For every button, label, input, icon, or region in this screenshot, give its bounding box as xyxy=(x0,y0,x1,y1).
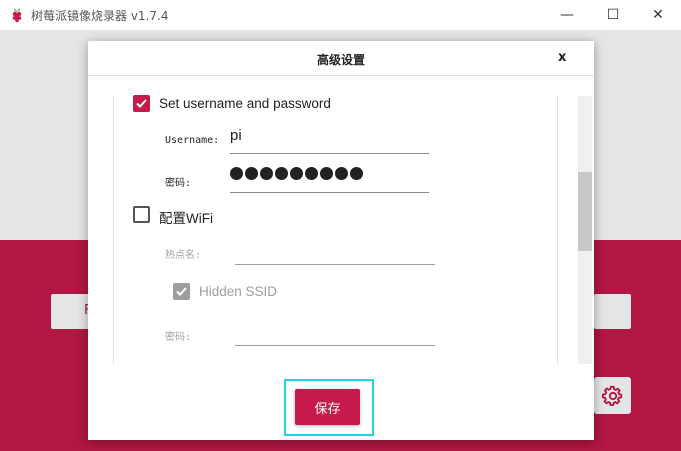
ssid-underline xyxy=(235,264,435,265)
username-label: Username: xyxy=(165,135,220,146)
password-label: 密码: xyxy=(165,178,192,189)
dialog-header: 高级设置 x xyxy=(88,41,594,76)
username-input[interactable]: pi xyxy=(230,127,242,144)
window-title: 树莓派镜像烧录器 v1.7.4 xyxy=(31,9,169,23)
set-username-password-checkbox[interactable] xyxy=(133,95,150,112)
close-icon: ✕ xyxy=(652,7,664,23)
maximize-icon: ☐ xyxy=(606,7,620,23)
hidden-ssid-checkbox[interactable] xyxy=(173,283,190,300)
hidden-ssid-label: Hidden SSID xyxy=(199,284,278,299)
dialog-close-button[interactable]: x xyxy=(558,50,566,65)
raspberry-icon xyxy=(12,8,22,23)
scrollbar-thumb[interactable] xyxy=(578,172,592,251)
username-underline xyxy=(230,153,429,154)
window-titlebar: 树莓派镜像烧录器 v1.7.4 — ☐ ✕ xyxy=(0,0,681,30)
password-input[interactable] xyxy=(230,167,363,180)
ssid-label: 热点名: xyxy=(165,250,202,261)
configure-wifi-checkbox[interactable] xyxy=(133,206,150,223)
checkmark-icon xyxy=(136,99,147,108)
minimize-icon: — xyxy=(560,7,574,23)
wifi-password-label: 密码: xyxy=(165,332,192,343)
set-username-password-label: Set username and password xyxy=(159,96,331,111)
save-button[interactable]: 保存 xyxy=(295,389,360,425)
checkmark-icon xyxy=(176,287,187,296)
dialog-title: 高级设置 xyxy=(316,53,365,67)
password-underline xyxy=(230,192,429,193)
minimize-button[interactable]: — xyxy=(544,0,590,30)
wifi-password-underline xyxy=(235,345,435,346)
configure-wifi-label: 配置WiFi xyxy=(159,211,213,226)
window-close-button[interactable]: ✕ xyxy=(635,0,681,30)
maximize-button[interactable]: ☐ xyxy=(590,0,636,30)
